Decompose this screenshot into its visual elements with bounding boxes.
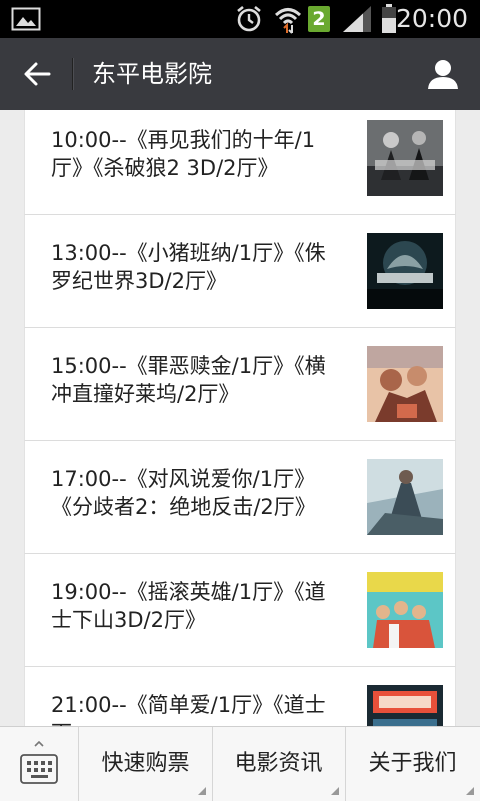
list-item[interactable]: 17:00--《对风说爱你/1厅》《分歧者2：绝地反击/2厅》 [24, 441, 456, 554]
bottom-tab-bar: 快速购票 电影资讯 关于我们 [0, 726, 480, 801]
movie-poster-icon [367, 572, 443, 648]
person-icon [428, 60, 458, 89]
notification-count: 2 [308, 6, 330, 32]
movie-poster-icon [367, 459, 443, 535]
list-item[interactable]: 19:00--《摇滚英雄/1厅》《道士下山3D/2厅》 [24, 554, 456, 667]
tab-about-us[interactable]: 关于我们 [345, 727, 480, 801]
showtime-text: 13:00--《小猪班纳/1厅》《侏罗纪世界3D/2厅》 [51, 241, 326, 293]
showtime-list: 10:00--《再见我们的十年/1厅》《杀破狼2 3D/2厅》 13:00--《… [24, 110, 456, 726]
tab-label: 关于我们 [368, 751, 457, 776]
list-item[interactable]: 15:00--《罪恶赎金/1厅》《横冲直撞好莱坞/2厅》 [24, 328, 456, 441]
back-button[interactable] [14, 38, 60, 110]
profile-button[interactable] [418, 38, 468, 110]
alarm-icon [232, 0, 266, 38]
status-clock: 20:00 [395, 4, 468, 33]
tab-label: 电影资讯 [234, 751, 323, 776]
showtime-text: 19:00--《摇滚英雄/1厅》《道士下山3D/2厅》 [51, 580, 326, 632]
showtime-text: 10:00--《再见我们的十年/1厅》《杀破狼2 3D/2厅》 [51, 128, 316, 180]
gallery-notification-icon [10, 0, 42, 38]
notification-badge: 2 [306, 0, 332, 38]
tab-movie-news[interactable]: 电影资讯 [212, 727, 346, 801]
status-bar: 2 20:00 [0, 0, 480, 38]
keyboard-icon [20, 741, 58, 784]
showtime-list-container[interactable]: 10:00--《再见我们的十年/1厅》《杀破狼2 3D/2厅》 13:00--《… [0, 110, 480, 726]
list-item[interactable]: 10:00--《再见我们的十年/1厅》《杀破狼2 3D/2厅》 [24, 110, 456, 215]
page-title: 东平电影院 [92, 60, 212, 88]
arrow-left-icon [24, 62, 51, 86]
keyboard-toggle-button[interactable] [0, 727, 79, 801]
movie-poster-icon [367, 120, 443, 196]
submenu-corner-icon [198, 787, 206, 795]
list-item[interactable]: 13:00--《小猪班纳/1厅》《侏罗纪世界3D/2厅》 [24, 215, 456, 328]
app-bar: 东平电影院 [0, 38, 480, 110]
signal-icon [340, 0, 374, 38]
list-item[interactable]: 21:00--《简单爱/1厅》《道士下 [24, 667, 456, 726]
showtime-text: 17:00--《对风说爱你/1厅》《分歧者2：绝地反击/2厅》 [51, 467, 316, 519]
movie-poster-icon [367, 346, 443, 422]
tab-quick-ticket[interactable]: 快速购票 [79, 727, 213, 801]
submenu-corner-icon [466, 787, 474, 795]
wifi-icon [272, 0, 304, 38]
app-bar-divider [72, 58, 73, 90]
showtime-text: 15:00--《罪恶赎金/1厅》《横冲直撞好莱坞/2厅》 [51, 354, 326, 406]
movie-poster-icon [367, 685, 443, 726]
submenu-corner-icon [331, 787, 339, 795]
movie-poster-icon [367, 233, 443, 309]
tab-label: 快速购票 [101, 751, 190, 776]
showtime-text: 21:00--《简单爱/1厅》《道士下 [51, 693, 326, 726]
